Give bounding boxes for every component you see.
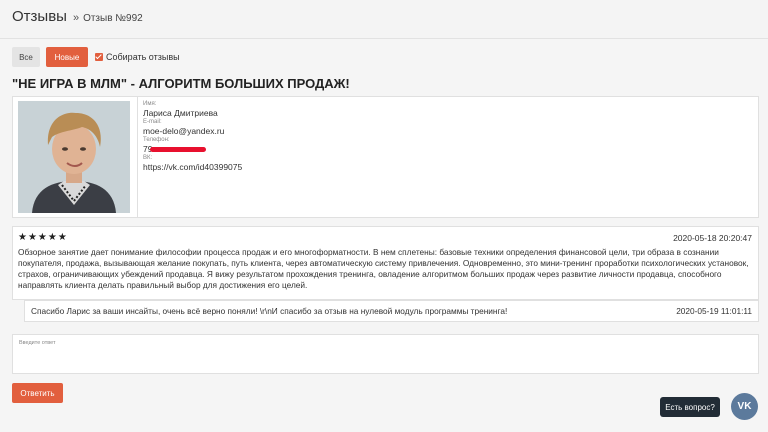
phone-redaction: [150, 147, 207, 153]
review-title: "НЕ ИГРА В МЛМ" - АЛГОРИТМ БОЛЬШИХ ПРОДА…: [12, 76, 350, 91]
name-label: Имя:: [143, 101, 157, 107]
collect-reviews-checkbox[interactable]: [95, 53, 103, 61]
vk-label: ВК:: [143, 155, 153, 161]
answer-input[interactable]: Введите ответ: [12, 334, 759, 374]
collect-reviews-toggle[interactable]: Собирать отзывы: [95, 52, 180, 62]
author-card: Имя: Лариса Дмитриева E-mail: moe-delo@y…: [12, 96, 759, 218]
reply-date: 2020-05-19 11:01:11: [676, 306, 752, 316]
answer-placeholder: Введите ответ: [19, 340, 56, 346]
collect-reviews-label: Собирать отзывы: [106, 52, 180, 62]
vk-chat-icon[interactable]: VK: [731, 393, 758, 420]
review-date: 2020-05-18 20:20:47: [673, 233, 752, 243]
card-divider: [137, 97, 138, 217]
breadcrumb-current: Отзыв №992: [83, 13, 143, 24]
reply-text: Спасибо Ларис за ваши инсайты, очень всё…: [31, 306, 508, 316]
author-photo: [18, 101, 130, 213]
author-name: Лариса Дмитриева: [143, 108, 218, 118]
review-text: Обзорное занятие дает понимание философи…: [18, 247, 749, 290]
rating-stars: ★★★★★: [18, 232, 68, 243]
submit-answer-button[interactable]: Ответить: [12, 383, 63, 403]
reply-box: Спасибо Ларис за ваши инсайты, очень всё…: [24, 300, 759, 322]
filter-row: Все Новые Собирать отзывы: [12, 47, 180, 67]
review-box: ★★★★★ 2020-05-18 20:20:47 Обзорное занят…: [12, 226, 759, 300]
page-header: Отзывы » Отзыв №992: [0, 0, 768, 39]
author-vk-link[interactable]: https://vk.com/id40399075: [143, 162, 242, 173]
filter-new-button[interactable]: Новые: [46, 47, 88, 67]
filter-all-button[interactable]: Все: [12, 47, 40, 67]
author-email[interactable]: moe-delo@yandex.ru: [143, 126, 242, 137]
question-tooltip-button[interactable]: Есть вопрос?: [660, 397, 720, 417]
breadcrumb: Отзывы » Отзыв №992: [12, 8, 143, 25]
email-label: E-mail:: [143, 119, 162, 125]
breadcrumb-separator: »: [72, 12, 80, 24]
author-phone: 79: [143, 144, 242, 155]
phone-label: Телефон:: [143, 137, 170, 143]
author-fields: Имя: Лариса Дмитриева E-mail: moe-delo@y…: [143, 101, 242, 173]
breadcrumb-root-link[interactable]: Отзывы: [12, 8, 67, 25]
